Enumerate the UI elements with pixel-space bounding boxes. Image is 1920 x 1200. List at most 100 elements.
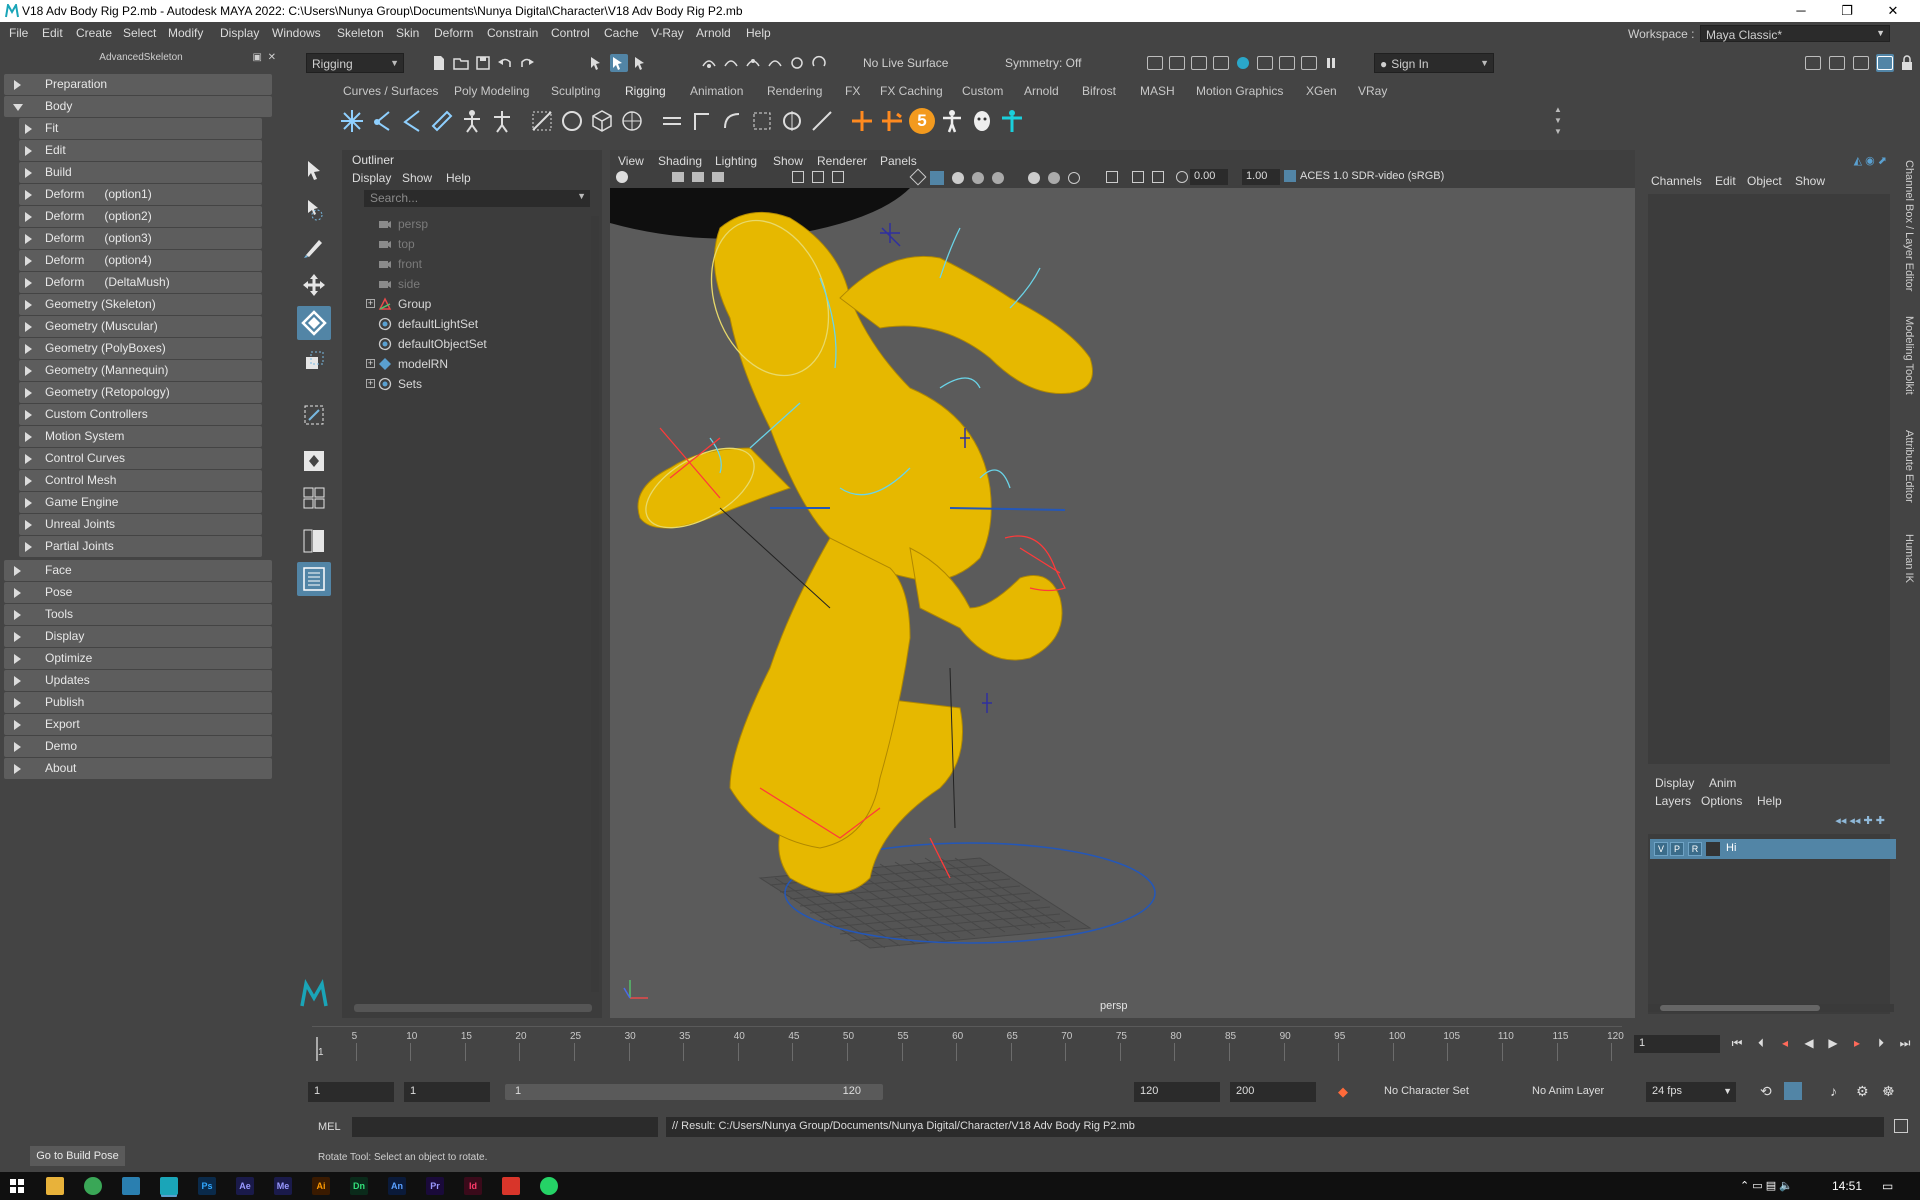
film-gate-icon[interactable]	[812, 171, 824, 183]
render-region-icon[interactable]	[1146, 54, 1164, 72]
menu-windows[interactable]: Windows	[272, 26, 321, 40]
maximize-button[interactable]: ❐	[1824, 0, 1870, 22]
viewport-menu-show[interactable]: Show	[773, 154, 803, 168]
joint-tool-icon[interactable]	[339, 108, 365, 134]
shelf-tab-sculpting[interactable]: Sculpting	[551, 84, 600, 98]
animation-start-field[interactable]: 1	[308, 1082, 394, 1102]
menu-skeleton[interactable]: Skeleton	[337, 26, 384, 40]
image-plane-icon[interactable]	[712, 172, 724, 182]
workspace-dropdown[interactable]: Maya Classic* ▼	[1700, 25, 1890, 42]
move-tool-icon[interactable]	[297, 268, 331, 302]
mel-input[interactable]	[352, 1117, 658, 1137]
channel-box-toggle-icon[interactable]	[1876, 54, 1894, 72]
live-surface-field[interactable]: No Live Surface	[858, 53, 968, 73]
resolution-gate-icon[interactable]	[832, 171, 844, 183]
outliner-row-front[interactable]: front	[398, 257, 422, 271]
playback-start-field[interactable]: 1	[404, 1082, 490, 1102]
body-item-geometry-polyboxes[interactable]: Geometry (PolyBoxes)	[19, 338, 262, 359]
body-item-build[interactable]: Build	[19, 162, 262, 183]
playback-speed-icon[interactable]: ☸	[1882, 1083, 1895, 1100]
make-live-icon[interactable]	[788, 54, 806, 72]
menu-deform[interactable]: Deform	[434, 26, 473, 40]
lasso-tool-icon[interactable]	[297, 192, 331, 226]
menu-control[interactable]: Control	[551, 26, 590, 40]
side-tab-modeling-toolkit[interactable]: Modeling Toolkit	[1903, 316, 1915, 395]
body-item-deform-option3[interactable]: Deform (option3)	[19, 228, 262, 249]
menu-skin[interactable]: Skin	[396, 26, 419, 40]
exposure-field[interactable]: 0.00	[1190, 169, 1228, 185]
menu-help[interactable]: Help	[746, 26, 771, 40]
layer-color-swatch[interactable]	[1706, 842, 1720, 856]
body-item-game-engine[interactable]: Game Engine	[19, 492, 262, 513]
motion-blur-icon[interactable]	[1048, 172, 1060, 184]
notification-icon[interactable]: ▭	[1882, 1179, 1893, 1193]
sculpt-deformer-icon[interactable]	[559, 108, 585, 134]
pole-vector-icon[interactable]	[809, 108, 835, 134]
play-forwards-icon[interactable]: ▶	[1824, 1034, 1842, 1052]
outliner-row-defaultlightset[interactable]: defaultLightSet	[398, 317, 478, 331]
shelf-tab-mash[interactable]: MASH	[1140, 84, 1175, 98]
animation-preferences-icon[interactable]: ⚙	[1856, 1083, 1869, 1100]
advanced-skeleton-build-icon[interactable]	[879, 108, 905, 134]
selector-badge-icon[interactable]: 5	[909, 108, 935, 134]
advanced-skeleton-fit-icon[interactable]	[849, 108, 875, 134]
vray-ipr-icon[interactable]	[1300, 54, 1318, 72]
shelf-tab-xgen[interactable]: XGen	[1306, 84, 1337, 98]
cached-playback-icon[interactable]	[1784, 1082, 1802, 1100]
symmetry-field[interactable]: Symmetry: Off	[1000, 53, 1110, 73]
persp-outliner-layout-icon[interactable]	[297, 524, 331, 558]
shelf-tab-curves-surfaces[interactable]: Curves / Surfaces	[343, 84, 438, 98]
snap-view-plane-icon[interactable]	[766, 54, 784, 72]
viewport-menu-lighting[interactable]: Lighting	[715, 154, 757, 168]
side-tab-channel-box[interactable]: Channel Box / Layer Editor	[1903, 160, 1915, 291]
pose-figure-icon[interactable]	[939, 108, 965, 134]
wrap-icon[interactable]	[619, 108, 645, 134]
indesign-icon[interactable]: Id	[464, 1177, 482, 1195]
section-about[interactable]: About	[4, 758, 272, 779]
expand-plus-icon[interactable]: +	[366, 359, 375, 368]
outliner-row-top[interactable]: top	[398, 237, 415, 251]
outliner-row-persp[interactable]: persp	[398, 217, 428, 231]
outliner-search-input[interactable]: Search... ▼	[364, 190, 590, 207]
section-preparation[interactable]: Preparation	[4, 74, 272, 95]
layer-reference-toggle[interactable]: R	[1688, 842, 1702, 856]
channel-list[interactable]	[1648, 194, 1890, 764]
shelf-tab-fx-caching[interactable]: FX Caching	[880, 84, 943, 98]
quick-rig-icon[interactable]	[489, 108, 515, 134]
body-item-geometry-muscular[interactable]: Geometry (Muscular)	[19, 316, 262, 337]
body-item-motion-system[interactable]: Motion System	[19, 426, 262, 447]
outliner-row-group[interactable]: Group	[398, 297, 431, 311]
go-to-start-icon[interactable]: ⏮	[1728, 1034, 1746, 1052]
smooth-shade-icon[interactable]	[930, 171, 944, 185]
layer-name[interactable]: Hi	[1726, 842, 1736, 854]
body-item-deform-option2[interactable]: Deform (option2)	[19, 206, 262, 227]
body-item-deform-option1[interactable]: Deform (option1)	[19, 184, 262, 205]
animate-icon[interactable]: An	[388, 1177, 406, 1195]
script-editor-icon[interactable]	[1894, 1119, 1908, 1133]
cluster-icon[interactable]	[529, 108, 555, 134]
step-back-key-icon[interactable]: ⏴	[1752, 1034, 1770, 1052]
camera-attributes-icon[interactable]	[672, 172, 684, 182]
section-display[interactable]: Display	[4, 626, 272, 647]
t-pose-figure-icon[interactable]	[999, 108, 1025, 134]
fps-dropdown[interactable]: 24 fps ▼	[1646, 1082, 1736, 1102]
section-optimize[interactable]: Optimize	[4, 648, 272, 669]
outliner-row-side[interactable]: side	[398, 277, 420, 291]
current-frame-field[interactable]: 1	[1634, 1035, 1720, 1053]
loop-icon[interactable]: ⟲	[1760, 1083, 1772, 1100]
outliner-row-defaultobjectset[interactable]: defaultObjectSet	[398, 337, 487, 351]
section-publish[interactable]: Publish	[4, 692, 272, 713]
body-item-fit[interactable]: Fit	[19, 118, 262, 139]
outliner-vertical-scrollbar[interactable]	[591, 216, 599, 992]
layer-playback-toggle[interactable]: P	[1670, 842, 1684, 856]
body-item-geometry-retopology[interactable]: Geometry (Retopology)	[19, 382, 262, 403]
photoshop-icon[interactable]: Ps	[198, 1177, 216, 1195]
hypershade-icon[interactable]	[1234, 54, 1252, 72]
section-face[interactable]: Face	[4, 560, 272, 581]
animation-end-field[interactable]: 200	[1230, 1082, 1316, 1102]
arnold-render-icon[interactable]	[1256, 54, 1274, 72]
shelf-tab-poly-modeling[interactable]: Poly Modeling	[454, 84, 529, 98]
rotate-tool-icon[interactable]	[297, 306, 331, 340]
menu-edit[interactable]: Edit	[42, 26, 63, 40]
step-forward-frame-icon[interactable]: ▸	[1848, 1034, 1866, 1052]
